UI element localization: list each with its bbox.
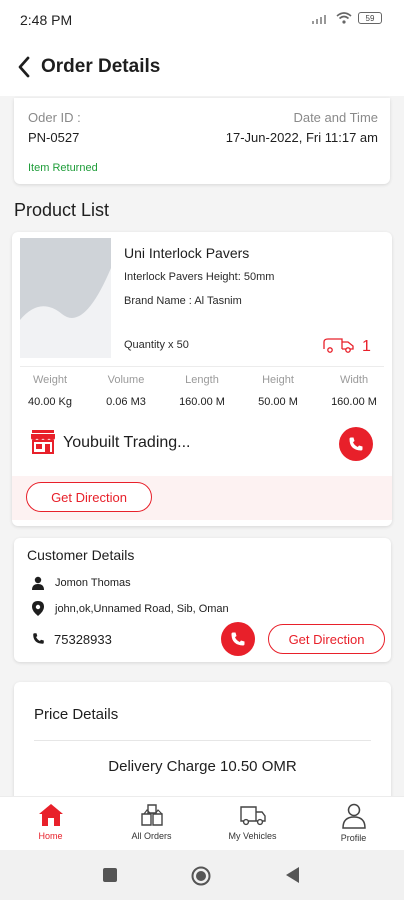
delivery-charge: Delivery Charge 10.50 OMR (108, 758, 297, 775)
shop-get-direction-button[interactable]: Get Direction (26, 482, 152, 512)
dimension-value: 40.00 Kg (27, 396, 73, 408)
customer-name: Jomon Thomas (55, 577, 131, 589)
customer-get-direction-button[interactable]: Get Direction (268, 624, 385, 654)
divider (20, 366, 384, 367)
dimension-label: Weight (32, 374, 68, 386)
order-summary-card: Oder ID : PN-0527 Date and Time 17-Jun-2… (14, 98, 390, 184)
home-button-icon[interactable] (191, 866, 211, 886)
dimension-weight: Weight 40.00 Kg (12, 374, 88, 408)
nav-label: My Vehicles (228, 831, 277, 841)
dimension-label: Height (262, 374, 294, 386)
product-card: Uni Interlock Pavers Interlock Pavers He… (12, 232, 392, 526)
nav-profile[interactable]: Profile (303, 797, 404, 850)
dimension-value: 0.06 M3 (106, 396, 146, 408)
customer-address-row: john,ok,Unnamed Road, Sib, Oman (32, 601, 229, 616)
dimension-label: Length (185, 374, 219, 386)
back-button-icon[interactable] (286, 867, 300, 883)
status-bar: 2:48 PM 59 (0, 0, 404, 40)
nav-my-vehicles[interactable]: My Vehicles (202, 797, 303, 850)
customer-details-card: Customer Details Jomon Thomas john,ok,Un… (14, 538, 391, 662)
nav-all-orders[interactable]: All Orders (101, 797, 202, 850)
nav-home[interactable]: Home (0, 797, 101, 850)
customer-name-row: Jomon Thomas (32, 576, 131, 590)
product-list-title: Product List (14, 200, 110, 220)
product-dimensions: Weight 40.00 Kg Volume 0.06 M3 Length 16… (12, 374, 392, 408)
shop-icon (31, 430, 55, 454)
date-time-label: Date and Time (293, 110, 378, 125)
call-customer-button[interactable] (221, 622, 255, 656)
direction-strip: Get Direction (12, 476, 392, 520)
product-brand: Brand Name : Al Tasnim (124, 295, 242, 307)
price-details-card: Price Details Delivery Charge 10.50 OMR (14, 682, 391, 812)
phone-icon (349, 437, 363, 451)
nav-label: Profile (340, 833, 367, 843)
dimension-value: 50.00 M (258, 396, 298, 408)
nav-label: All Orders (131, 831, 172, 841)
date-time-value: 17-Jun-2022, Fri 11:17 am (225, 130, 378, 145)
battery-level: 59 (365, 13, 375, 23)
dimension-width: Width 160.00 M (316, 374, 392, 408)
customer-address: john,ok,Unnamed Road, Sib, Oman (55, 602, 229, 615)
shop-name: Youbuilt Trading... (63, 434, 191, 451)
nav-label: Home (38, 831, 63, 841)
call-shop-button[interactable] (339, 427, 373, 461)
dimension-label: Volume (107, 374, 145, 386)
image-placeholder-icon (20, 238, 111, 358)
dimension-length: Length 160.00 M (164, 374, 240, 408)
product-spec: Interlock Pavers Height: 50mm (124, 271, 275, 283)
order-id-value: PN-0527 (28, 130, 80, 145)
order-status: Item Returned (28, 162, 98, 174)
page-title: Order Details (41, 56, 161, 77)
truck-count: 1 (362, 338, 371, 355)
user-icon (341, 803, 366, 829)
wifi-icon (336, 12, 352, 24)
truck-icon (239, 806, 266, 826)
product-image-placeholder (20, 238, 111, 358)
app-bar: Order Details (0, 40, 404, 96)
product-quantity: Quantity x 50 (124, 339, 189, 351)
battery-icon: 59 (358, 12, 382, 24)
system-navigation-bar (0, 850, 404, 900)
person-icon (32, 576, 44, 590)
customer-phone: 75328933 (54, 632, 112, 647)
dimension-value: 160.00 M (331, 396, 377, 408)
recent-apps-icon[interactable] (103, 868, 117, 882)
phone-icon (231, 632, 245, 646)
price-details-title: Price Details (34, 706, 119, 723)
boxes-icon (140, 804, 163, 826)
status-icons: 59 (312, 12, 382, 24)
divider (34, 740, 371, 741)
dimension-value: 160.00 M (179, 396, 225, 408)
product-name: Uni Interlock Pavers (124, 245, 250, 261)
order-id-label: Oder ID : (28, 110, 81, 125)
dimension-height: Height 50.00 M (240, 374, 316, 408)
truck-icon (323, 338, 354, 353)
back-arrow-icon[interactable] (14, 54, 36, 80)
location-pin-icon (32, 601, 44, 616)
home-icon (38, 804, 63, 826)
phone-icon (33, 633, 44, 644)
dimension-label: Width (339, 374, 369, 386)
signal-icon (312, 15, 326, 24)
dimension-volume: Volume 0.06 M3 (88, 374, 164, 408)
customer-details-title: Customer Details (27, 547, 135, 563)
status-time: 2:48 PM (20, 12, 73, 28)
bottom-navigation: Home All Orders My Vehicles Profile (0, 796, 404, 850)
